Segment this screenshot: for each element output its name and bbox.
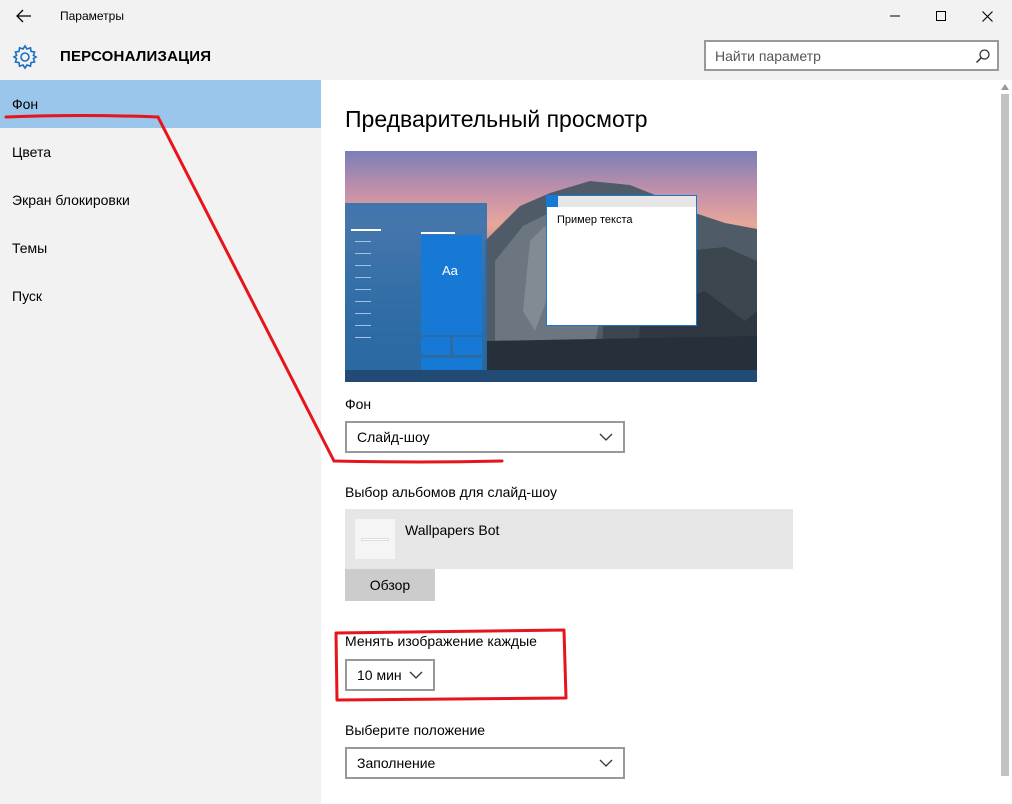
sidebar-item-colors[interactable]: Цвета <box>0 128 321 176</box>
search-input[interactable] <box>706 42 964 69</box>
preview-menu-line <box>355 301 371 302</box>
sidebar-item-themes[interactable]: Темы <box>0 224 321 272</box>
preview-window: Пример текста <box>546 195 697 326</box>
chevron-down-icon <box>409 671 423 679</box>
background-dropdown[interactable]: Слайд-шоу <box>345 421 625 453</box>
interval-label: Менять изображение каждые <box>345 633 537 649</box>
gear-icon <box>12 44 38 70</box>
page-header: ПЕРСОНАЛИЗАЦИЯ <box>0 32 1012 80</box>
interval-dropdown[interactable]: 10 мин <box>345 659 435 691</box>
preview-menu-line <box>351 229 381 231</box>
app-title: Параметры <box>60 9 124 23</box>
background-label: Фон <box>345 396 372 412</box>
sidebar-item-label: Цвета <box>12 144 51 160</box>
preview-window-accent <box>547 196 558 207</box>
preview-tile <box>421 358 482 370</box>
preview-tile <box>453 337 482 355</box>
arrow-left-icon <box>16 9 31 23</box>
search-box[interactable] <box>704 40 999 71</box>
album-item[interactable]: Wallpapers Bot <box>345 509 793 569</box>
preview-taskbar <box>345 370 757 382</box>
preview-menu-line <box>355 277 371 278</box>
preview-window-text: Пример текста <box>557 214 633 226</box>
preview-tile <box>421 337 450 355</box>
desktop-preview: Aa Пример текста <box>345 151 757 382</box>
preview-start-menu: Aa <box>345 203 487 370</box>
minimize-icon <box>890 15 900 17</box>
section-title: ПЕРСОНАЛИЗАЦИЯ <box>60 48 212 65</box>
browse-button[interactable]: Обзор <box>345 569 435 601</box>
preview-menu-line <box>355 337 371 338</box>
sidebar-item-label: Темы <box>12 240 48 256</box>
preview-tile-line <box>421 232 455 234</box>
background-dropdown-value: Слайд-шоу <box>357 429 430 445</box>
title-bar: Параметры <box>0 0 1012 32</box>
chevron-down-icon <box>599 759 613 767</box>
back-button[interactable] <box>0 0 48 32</box>
album-name: Wallpapers Bot <box>405 522 500 538</box>
sidebar-item-start[interactable]: Пуск <box>0 272 321 320</box>
maximize-button[interactable] <box>918 0 964 32</box>
albums-label: Выбор альбомов для слайд-шоу <box>345 484 557 500</box>
scrollbar[interactable] <box>998 80 1012 804</box>
position-dropdown-value: Заполнение <box>357 755 436 771</box>
sidebar-item-background[interactable]: Фон <box>0 80 321 128</box>
chevron-down-icon <box>599 433 613 441</box>
preview-menu-line <box>355 241 371 242</box>
preview-heading: Предварительный просмотр <box>345 106 648 132</box>
minimize-button[interactable] <box>872 0 918 32</box>
preview-menu-line <box>355 289 371 290</box>
scroll-up-icon[interactable] <box>1001 84 1009 90</box>
scrollbar-thumb[interactable] <box>1001 94 1009 776</box>
close-icon <box>981 10 993 22</box>
position-label: Выберите положение <box>345 722 486 738</box>
folder-thumbnail-bar <box>361 538 389 541</box>
settings-window: Параметры ПЕРСОНАЛИЗАЦИЯ Найти параметр … <box>0 0 1012 804</box>
preview-menu-line <box>355 253 371 254</box>
sidebar: Фон Цвета Экран блокировки Темы Пуск <box>0 80 321 804</box>
close-button[interactable] <box>964 0 1010 32</box>
interval-dropdown-value: 10 мин <box>357 667 402 683</box>
main-content: Предварительный просмотр Aa Пример текст… <box>321 80 1012 804</box>
preview-window-titlebar <box>547 196 696 207</box>
preview-tile-label: Aa <box>442 263 458 278</box>
sidebar-item-lock-screen[interactable]: Экран блокировки <box>0 176 321 224</box>
preview-menu-line <box>355 325 371 326</box>
preview-menu-line <box>355 265 371 266</box>
sidebar-item-label: Фон <box>12 96 39 112</box>
sidebar-item-label: Пуск <box>12 288 43 304</box>
search-icon[interactable] <box>975 48 991 64</box>
folder-thumbnail <box>355 519 395 559</box>
position-dropdown[interactable]: Заполнение <box>345 747 625 779</box>
sidebar-item-label: Экран блокировки <box>12 192 130 208</box>
preview-menu-line <box>355 313 371 314</box>
preview-tile: Aa <box>421 235 482 335</box>
maximize-icon <box>936 11 946 21</box>
